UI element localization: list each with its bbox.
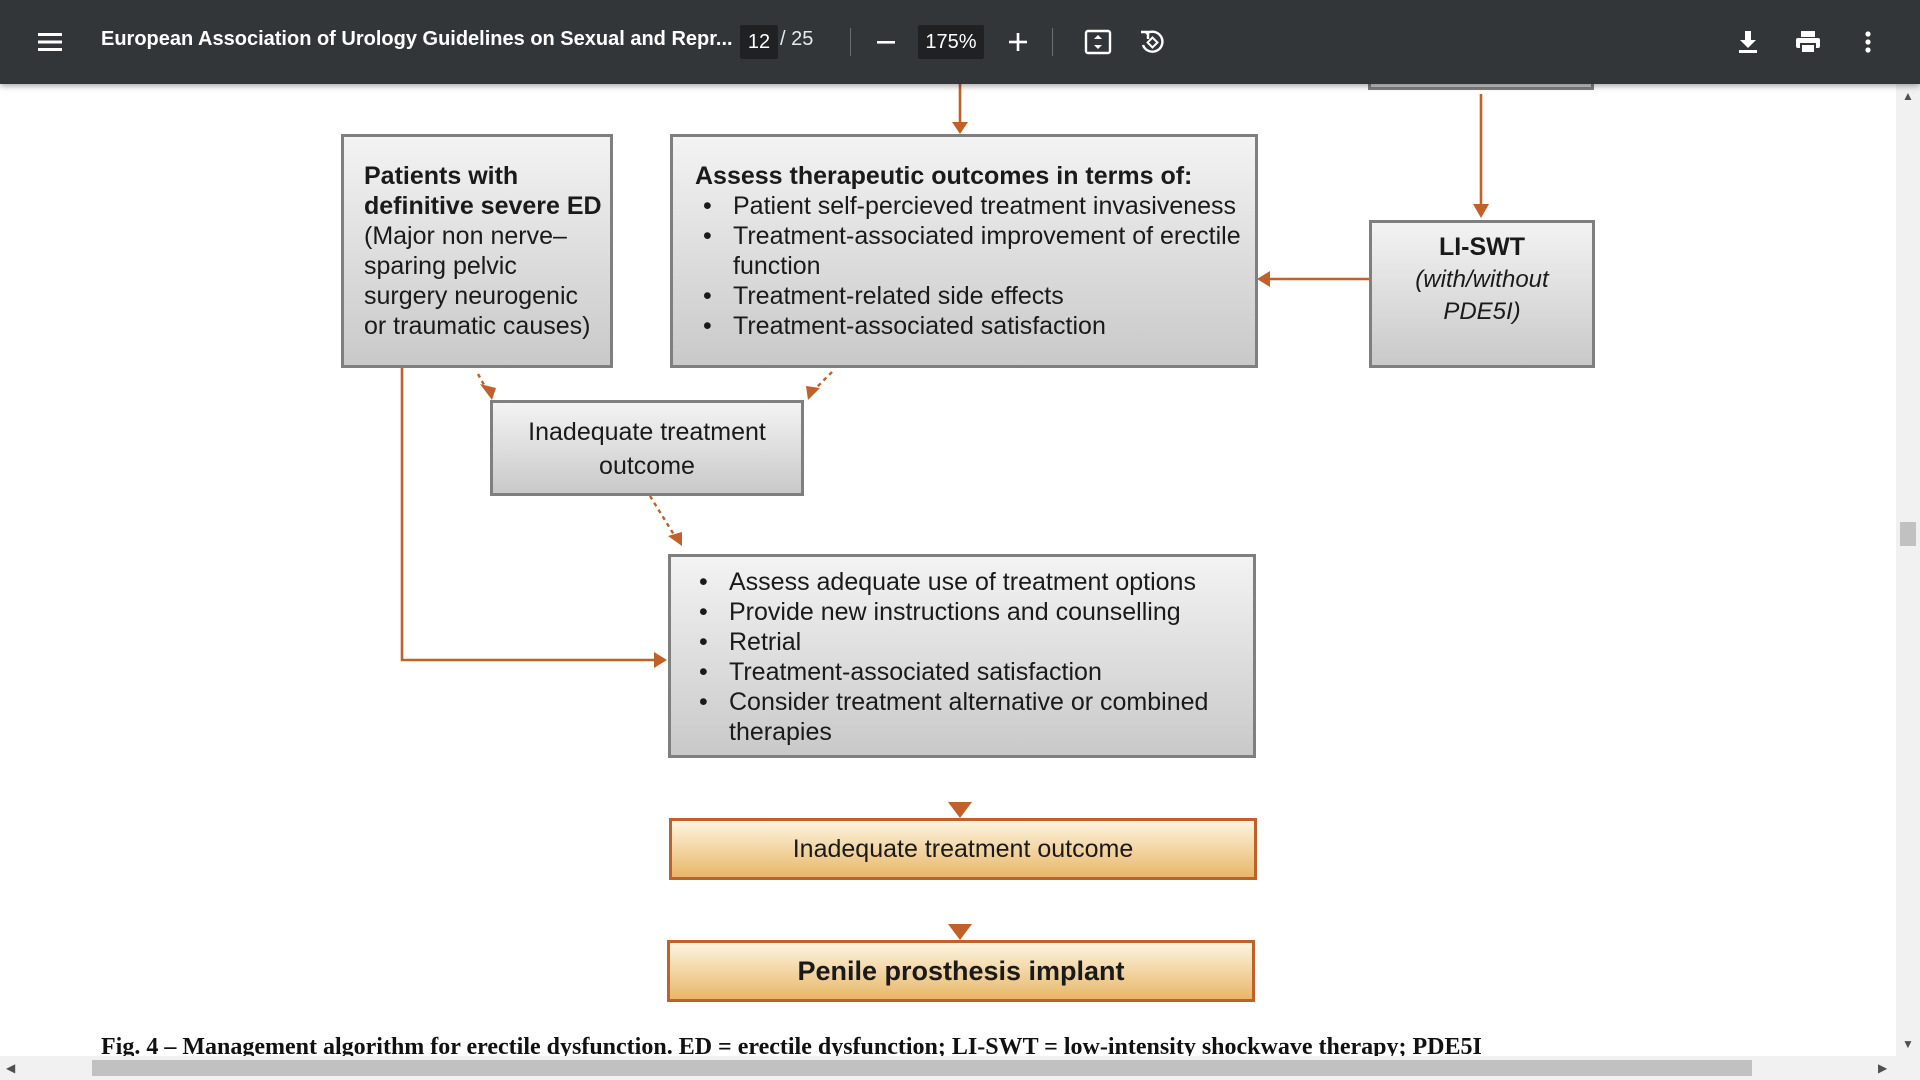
list-item: Patient self-percieved treatment invasiv… [695, 191, 1251, 221]
inadequate-outcome-line2: outcome [599, 452, 695, 480]
arrowhead [668, 532, 682, 546]
toolbar-divider [1052, 28, 1053, 56]
severe-ed-box: Patients with definitive severe ED (Majo… [341, 134, 613, 368]
print-button[interactable] [1788, 22, 1828, 62]
list-item: Assess adequate use of treatment options [691, 567, 1233, 597]
list-item: Provide new instructions and counselling [691, 597, 1233, 627]
dashed-connector [648, 495, 678, 539]
zoom-out-button[interactable] [866, 22, 906, 62]
severe-ed-detail-line: (Major non nerve– [364, 222, 567, 250]
fit-page-icon [1084, 29, 1112, 55]
severe-ed-detail-line: or traumatic causes) [364, 312, 591, 340]
arrowhead [1257, 271, 1270, 287]
inadequate-outcome-highlight-box: Inadequate treatment outcome [669, 818, 1257, 880]
vertical-scroll-thumb[interactable] [1900, 522, 1916, 546]
list-item: Treatment-associated improvement of erec… [695, 221, 1251, 281]
download-icon [1739, 31, 1757, 53]
zoom-in-button[interactable] [998, 22, 1038, 62]
penile-prosthesis-text: Penile prosthesis implant [797, 955, 1125, 986]
arrowhead [806, 386, 820, 400]
assess-outcomes-box: Assess therapeutic outcomes in terms of:… [670, 134, 1258, 368]
more-vert-icon [1865, 31, 1871, 53]
document-title: European Association of Urology Guidelin… [101, 28, 733, 50]
list-item: Consider treatment alternative or combin… [691, 687, 1233, 747]
scroll-down-arrow[interactable]: ▼ [1902, 1038, 1914, 1050]
severe-ed-detail-line: sparing pelvic [364, 252, 517, 280]
arrowhead [952, 122, 968, 134]
scroll-left-arrow[interactable]: ◀ [6, 1062, 15, 1074]
fit-to-page-button[interactable] [1078, 22, 1118, 62]
severe-ed-title-line2: definitive severe ED [364, 192, 602, 220]
arrowhead [1473, 204, 1489, 218]
assess-outcomes-list: Patient self-percieved treatment invasiv… [695, 191, 1251, 341]
vertical-scrollbar[interactable] [1896, 84, 1920, 1056]
li-swt-subtitle-line2: PDE5I) [1443, 298, 1521, 325]
li-swt-box: LI-SWT (with/without PDE5I) [1369, 220, 1595, 368]
print-icon [1796, 31, 1820, 54]
menu-icon [38, 33, 62, 51]
inadequate-outcome-line1: Inadequate treatment [528, 418, 766, 446]
minus-icon [877, 41, 895, 44]
inadequate-outcome-box: Inadequate treatment outcome [490, 400, 804, 496]
toolbar-divider [850, 28, 851, 56]
scrollbar-corner [1896, 1056, 1920, 1080]
reassess-box: Assess adequate use of treatment options… [668, 554, 1256, 758]
list-item: Treatment-associated satisfaction [695, 311, 1251, 341]
arrowhead [948, 802, 972, 818]
severe-ed-detail-line: surgery neurogenic [364, 282, 579, 310]
more-options-button[interactable] [1848, 22, 1888, 62]
scroll-right-arrow[interactable]: ▶ [1878, 1062, 1887, 1074]
download-button[interactable] [1728, 22, 1768, 62]
reassess-list: Assess adequate use of treatment options… [691, 567, 1233, 747]
partial-top-box [1368, 84, 1594, 90]
plus-icon [1009, 33, 1027, 51]
list-item: Retrial [691, 627, 1233, 657]
zoom-level-input[interactable]: 175% [918, 25, 984, 59]
penile-prosthesis-box: Penile prosthesis implant [667, 940, 1255, 1002]
arrowhead [948, 924, 972, 940]
arrowhead [654, 652, 667, 668]
figure-caption: Fig. 4 – Management algorithm for erecti… [101, 1034, 1482, 1056]
rotate-icon [1141, 30, 1164, 53]
severe-ed-title-line1: Patients with [364, 162, 519, 190]
page-number-input[interactable]: 12 [740, 25, 778, 59]
rotate-button[interactable] [1132, 22, 1172, 62]
arrowhead [480, 384, 496, 400]
inadequate-outcome-highlight-text: Inadequate treatment outcome [792, 834, 1134, 863]
list-item: Treatment-related side effects [695, 281, 1251, 311]
horizontal-scroll-thumb[interactable] [92, 1060, 1752, 1076]
scroll-up-arrow[interactable]: ▲ [1902, 90, 1914, 102]
li-swt-subtitle-line1: (with/without [1415, 266, 1549, 293]
pdf-toolbar: European Association of Urology Guidelin… [0, 0, 1920, 84]
pdf-page-view[interactable]: Patients with definitive severe ED (Majo… [0, 84, 1896, 1056]
dashed-connector [813, 371, 833, 391]
assess-outcomes-title: Assess therapeutic outcomes in terms of: [695, 162, 1193, 190]
li-swt-title: LI-SWT [1438, 233, 1526, 261]
page-total: / 25 [780, 28, 814, 50]
menu-button[interactable] [28, 22, 72, 62]
list-item: Treatment-associated satisfaction [691, 657, 1233, 687]
